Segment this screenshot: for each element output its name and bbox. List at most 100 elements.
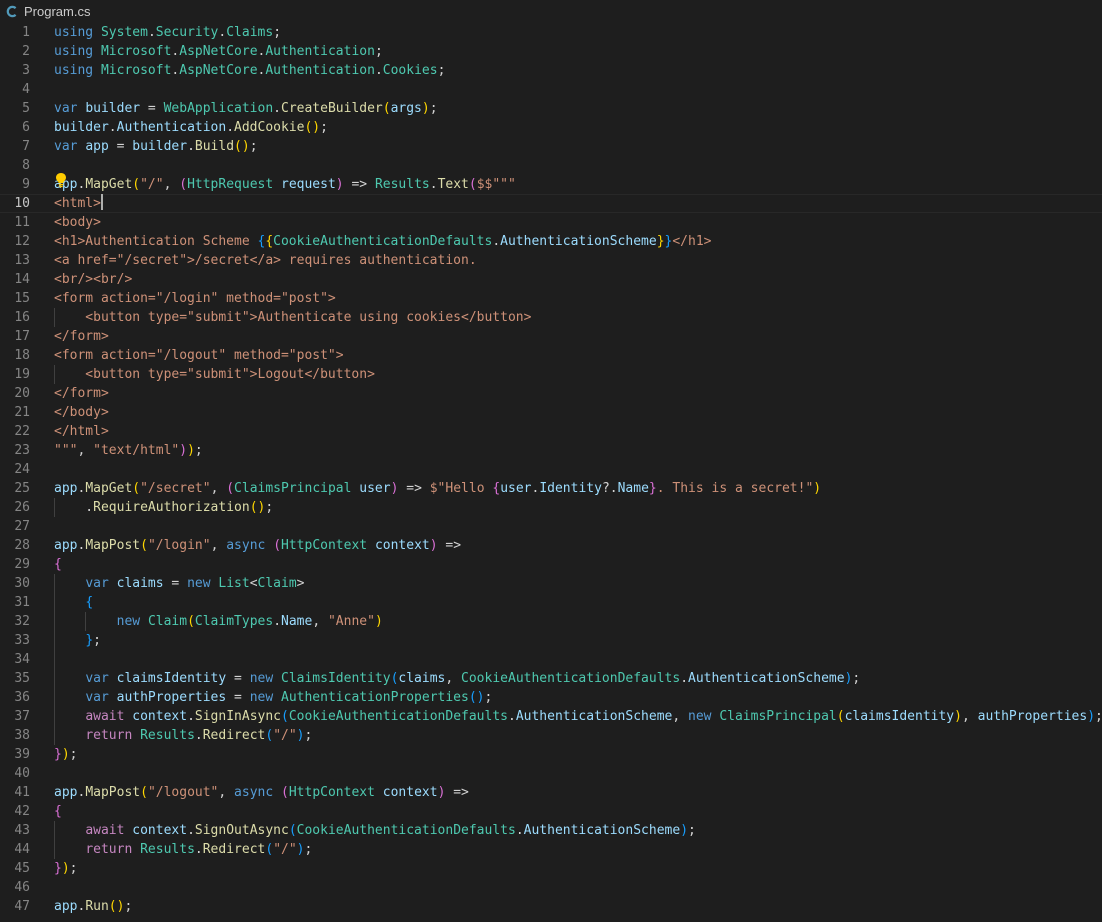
code-token: <button type="submit">Logout</button> [54,367,375,382]
code-token: CreateBuilder [281,101,383,116]
code-line[interactable]: 16 <button type="submit">Authenticate us… [0,308,1102,327]
code-line[interactable]: 2 using Microsoft.AspNetCore.Authenticati… [0,42,1102,61]
code-line[interactable]: 3 using Microsoft.AspNetCore.Authenticati… [0,61,1102,80]
code-line[interactable]: 41 app.MapPost("/logout", async (HttpCont… [0,783,1102,802]
code-line[interactable]: 37 await context.SignInAsync(CookieAuthe… [0,707,1102,726]
code-text: { [54,593,93,612]
code-line[interactable]: 27 [0,517,1102,536]
code-line[interactable]: 32 new Claim(ClaimTypes.Name, "Anne") [0,612,1102,631]
code-text: var authProperties = new AuthenticationP… [54,688,492,707]
code-line[interactable]: 46 [0,878,1102,897]
code-token: ( [132,481,141,496]
code-line[interactable]: 9 app.MapGet("/", (HttpRequest request) =… [0,175,1102,194]
code-token: new [249,671,274,686]
code-line[interactable]: 12 <h1>Authentication Scheme {{CookieAuth… [0,232,1102,251]
line-number: 47 [14,899,30,914]
code-line[interactable]: 35 var claimsIdentity = new ClaimsIdenti… [0,669,1102,688]
code-line[interactable]: 31 { [0,593,1102,612]
code-line[interactable]: 5 var builder = WebApplication.CreateBuil… [0,99,1102,118]
line-number: 19 [14,367,30,382]
code-line[interactable]: 10 <html> [0,194,1102,213]
code-text: </html> [54,422,109,441]
code-token: Claim [147,614,188,629]
code-line[interactable]: 33 }; [0,631,1102,650]
code-line[interactable]: 19 <button type="submit">Logout</button> [0,365,1102,384]
code-line[interactable]: 29 { [0,555,1102,574]
code-editor[interactable]: Program.cs 1 using System.Security.Claims… [0,0,1102,922]
code-line[interactable]: 39}); [0,745,1102,764]
code-line[interactable]: 7 var app = builder.Build(); [0,137,1102,156]
code-line[interactable]: 23 """, "text/html")); [0,441,1102,460]
code-token: ( [140,538,148,553]
code-line[interactable]: 44 return Results.Redirect("/"); [0,840,1102,859]
code-token: Redirect [202,728,266,743]
code-token: AuthenticationScheme [500,234,657,249]
code-token: claims [398,671,446,686]
code-line[interactable]: 26 .RequireAuthorization(); [0,498,1102,517]
line-number: 6 [22,120,30,135]
code-line[interactable]: 40 [0,764,1102,783]
code-text: return Results.Redirect("/"); [54,840,312,859]
code-line[interactable]: 1 using System.Security.Claims; [0,23,1102,42]
code-line[interactable]: 45}); [0,859,1102,878]
code-line[interactable]: 34 [0,650,1102,669]
code-token: ; [194,443,203,458]
code-token: builder [54,120,109,135]
code-line[interactable]: 24 [0,460,1102,479]
code-token: AspNetCore [179,63,258,78]
line-number: 16 [14,310,30,325]
code-area[interactable]: 1 using System.Security.Claims; 2 using Mic… [0,22,1102,922]
code-line[interactable]: 42 { [0,802,1102,821]
code-text: </form> [54,327,109,346]
code-line[interactable]: 22 </html> [0,422,1102,441]
code-token: Security [155,25,219,40]
code-token: using [54,63,94,78]
line-number: 21 [14,405,30,420]
code-token: ( [382,101,391,116]
code-text: var builder = WebApplication.CreateBuild… [54,99,438,118]
code-token: , [210,538,227,553]
lightbulb-icon[interactable] [55,172,67,188]
code-line[interactable]: 28 app.MapPost("/login", async (HttpConte… [0,536,1102,555]
code-line[interactable]: 21 </body> [0,403,1102,422]
code-text: using System.Security.Claims; [54,23,281,42]
code-token: $"Hello [429,481,493,496]
line-number: 9 [22,177,30,192]
code-line[interactable]: 6 builder.Authentication.AddCookie(); [0,118,1102,137]
code-token: , [672,709,689,724]
code-line[interactable]: 30 var claims = new List<Claim> [0,574,1102,593]
code-token: using [54,44,94,59]
code-text: <body> [54,213,101,232]
code-text: }; [54,631,101,650]
code-line[interactable]: 4 [0,80,1102,99]
code-line[interactable]: 43 await context.SignOutAsync(CookieAuth… [0,821,1102,840]
file-tab[interactable]: Program.cs [0,0,90,22]
code-token: SignOutAsync [194,823,289,838]
code-line[interactable]: 13 <a href="/secret">/secret</a> requires… [0,251,1102,270]
code-token: request [281,177,336,192]
code-token: ) [429,538,438,553]
code-line[interactable]: 38 return Results.Redirect("/"); [0,726,1102,745]
code-line[interactable]: 17 </form> [0,327,1102,346]
code-line[interactable]: 11 <body> [0,213,1102,232]
code-token: > [296,576,305,591]
code-line[interactable]: 18 <form action="/logout" method="post"> [0,346,1102,365]
code-line[interactable]: 8 [0,156,1102,175]
code-token: List [218,576,250,591]
code-line[interactable]: 15 <form action="/login" method="post"> [0,289,1102,308]
code-text: <br/><br/> [54,270,132,289]
code-line[interactable]: 14 <br/><br/> [0,270,1102,289]
code-line[interactable]: 36 var authProperties = new Authenticati… [0,688,1102,707]
code-line[interactable]: 47 app.Run(); [0,897,1102,916]
code-token: ) [61,747,70,762]
code-text: var app = builder.Build(); [54,137,258,156]
code-text: <button type="submit">Logout</button> [54,365,375,384]
code-line[interactable]: 25 app.MapGet("/secret", (ClaimsPrincipal… [0,479,1102,498]
code-line[interactable]: 20 </form> [0,384,1102,403]
indent-guide [85,612,86,631]
